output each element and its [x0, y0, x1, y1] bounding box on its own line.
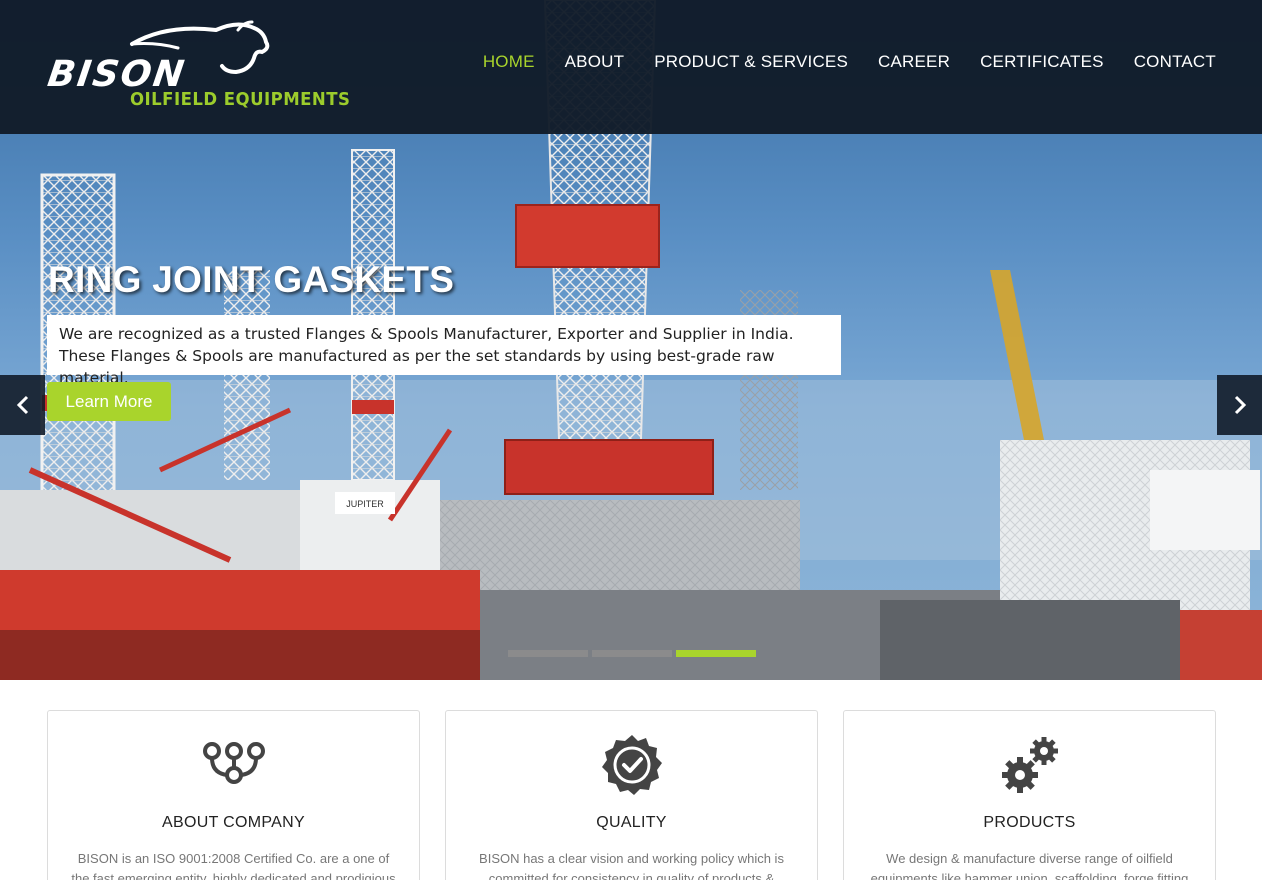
slide-description: We are recognized as a trusted Flanges &… — [47, 315, 841, 387]
site-header: BISON OILFIELD EQUIPMENTS HOME ABOUT PRO… — [0, 0, 1262, 134]
slide-title: RING JOINT GASKETS — [48, 259, 455, 300]
feature-text: BISON is an ISO 9001:2008 Certified Co. … — [71, 851, 396, 880]
feature-card-quality[interactable]: QUALITY BISON has a clear vision and wor… — [445, 710, 818, 880]
slide-description-line-1: We are recognized as a trusted Flanges &… — [59, 325, 794, 343]
feature-card-products[interactable]: PRODUCTS We design & manufacture diverse… — [843, 710, 1216, 880]
feature-text: BISON has a clear vision and working pol… — [479, 851, 784, 880]
feature-card-about[interactable]: ABOUT COMPANY BISON is an ISO 9001:2008 … — [47, 710, 420, 880]
main-nav: HOME ABOUT PRODUCT & SERVICES CAREER CER… — [483, 52, 1216, 72]
feature-title: PRODUCTS — [983, 814, 1076, 831]
rig-sign-text: JUPITER — [346, 499, 384, 509]
quality-badge-icon — [601, 735, 662, 795]
slider-dot-1[interactable] — [508, 650, 588, 657]
slider-dot-3[interactable] — [676, 650, 756, 657]
slider-dot-2[interactable] — [592, 650, 672, 657]
slide-description-line-2: These Flanges & Spools are manufactured … — [59, 347, 775, 387]
nav-item-contact[interactable]: CONTACT — [1134, 52, 1216, 72]
feature-title: QUALITY — [596, 814, 667, 831]
feature-text: We design & manufacture diverse range of… — [870, 851, 1189, 880]
feature-title: ABOUT COMPANY — [162, 814, 305, 831]
chain-links-icon — [202, 742, 265, 784]
slider-next-button[interactable] — [1217, 375, 1262, 435]
chevron-right-icon — [1234, 395, 1246, 415]
brand-logo[interactable]: BISON OILFIELD EQUIPMENTS — [45, 18, 350, 113]
slider-pagination — [508, 650, 756, 657]
gears-icon — [1001, 737, 1058, 793]
nav-item-home[interactable]: HOME — [483, 52, 535, 72]
nav-item-product-services[interactable]: PRODUCT & SERVICES — [654, 52, 848, 72]
learn-more-button[interactable]: Learn More — [47, 382, 171, 421]
nav-item-certificates[interactable]: CERTIFICATES — [980, 52, 1104, 72]
chevron-left-icon — [16, 395, 28, 415]
slider-prev-button[interactable] — [0, 375, 45, 435]
logo-tagline: OILFIELD EQUIPMENTS — [130, 89, 351, 110]
nav-item-about[interactable]: ABOUT — [565, 52, 625, 72]
nav-item-career[interactable]: CAREER — [878, 52, 950, 72]
